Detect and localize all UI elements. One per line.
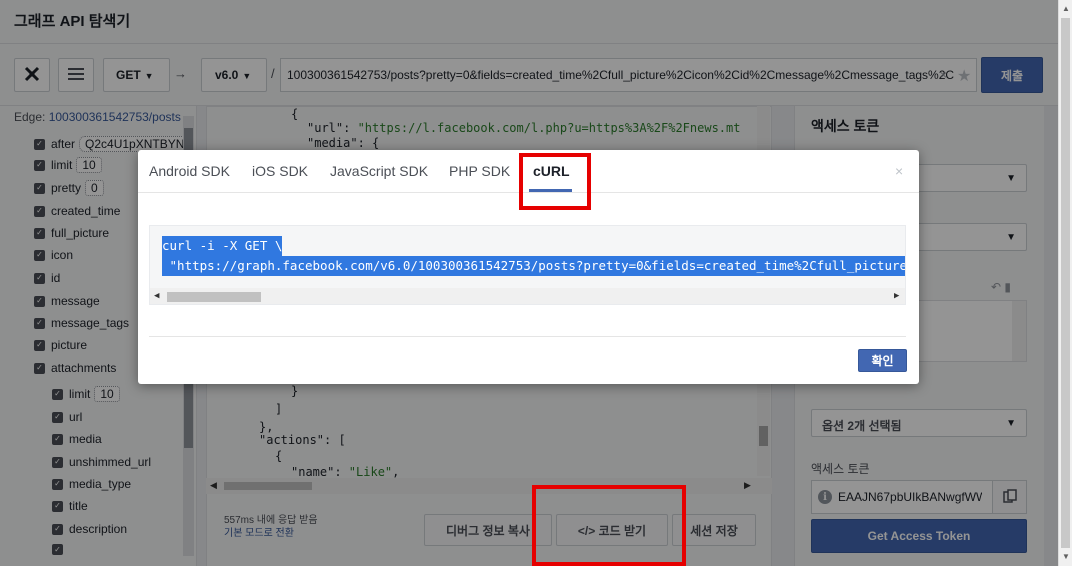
get-code-highlight [532,485,686,566]
scrollbar-thumb[interactable] [1061,18,1070,548]
tab-ios-sdk[interactable]: iOS SDK [252,163,308,179]
tab-android-sdk[interactable]: Android SDK [149,163,230,179]
tab-javascript-sdk[interactable]: JavaScript SDK [330,163,428,179]
window-scrollbar[interactable]: ▲ ▼ [1058,0,1072,566]
code-horizontal-scrollbar[interactable]: ◀ ▶ [150,288,905,304]
scroll-left-icon[interactable]: ◀ [154,291,159,301]
curl-code-box[interactable]: curl -i -X GET \ "https://graph.facebook… [149,225,906,305]
tab-php-sdk[interactable]: PHP SDK [449,163,510,179]
scrollbar-thumb[interactable] [167,292,261,302]
divider [149,336,906,337]
confirm-button[interactable]: 확인 [858,349,907,372]
scroll-up-icon[interactable]: ▲ [1062,4,1070,13]
scroll-down-icon[interactable]: ▼ [1062,552,1070,561]
close-icon[interactable]: × [895,163,903,179]
curl-tab-highlight [519,153,591,210]
scroll-right-icon[interactable]: ▶ [894,291,899,301]
code-line: curl -i -X GET \ [162,236,283,256]
code-line: "https://graph.facebook.com/v6.0/1003003… [162,256,905,276]
